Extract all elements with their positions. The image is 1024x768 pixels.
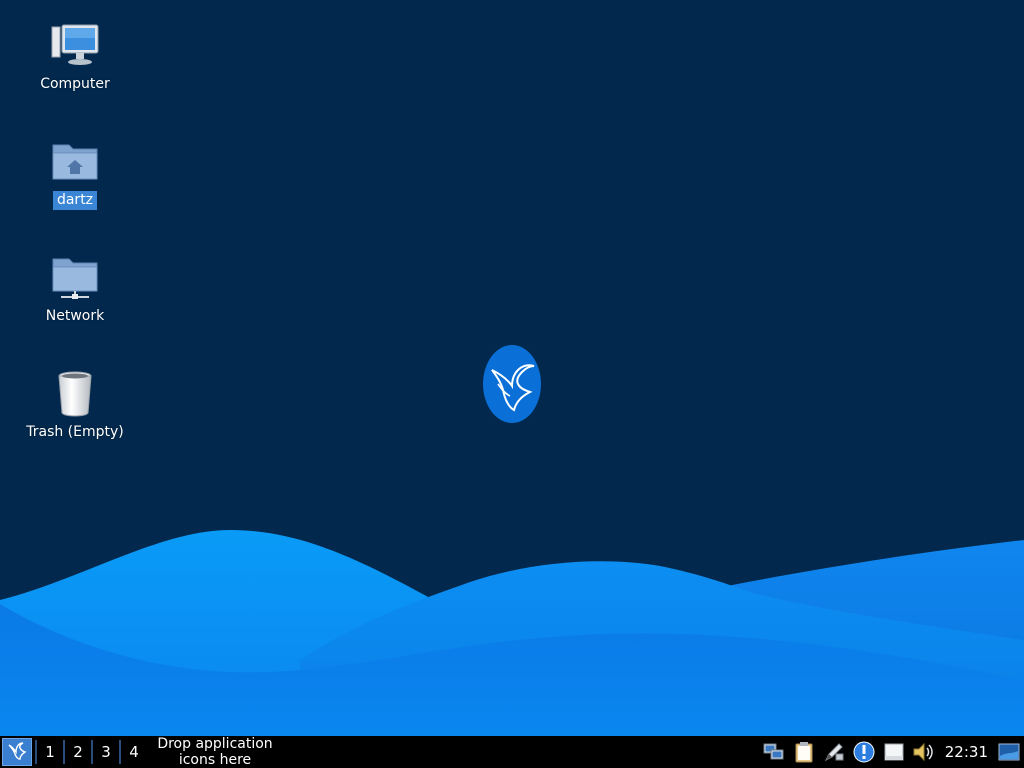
info-icon[interactable]	[851, 740, 877, 764]
taskbar-separator	[35, 740, 37, 764]
network-folder-icon	[49, 252, 101, 304]
hummingbird-logo-icon	[482, 344, 542, 424]
clipboard-icon[interactable]	[791, 740, 817, 764]
desktop-icon-label: Network	[45, 308, 105, 324]
desktop-icon-home[interactable]: dartz	[20, 136, 130, 210]
clock[interactable]: 22:31	[945, 743, 988, 761]
trash-icon	[49, 368, 101, 420]
start-menu-button[interactable]	[2, 738, 32, 766]
taskbar: 1 2 3 4 Drop application icons here 22:3…	[0, 736, 1024, 768]
desktop-icon-trash[interactable]: Trash (Empty)	[20, 368, 130, 442]
system-tray: 22:31	[759, 736, 1024, 768]
workspace-3-button[interactable]: 3	[96, 743, 116, 761]
pen-icon[interactable]	[821, 740, 847, 764]
launcher-drop-hint[interactable]: Drop application icons here	[150, 736, 280, 768]
taskbar-separator	[91, 740, 93, 764]
volume-icon[interactable]	[911, 740, 937, 764]
desktop-icon-computer[interactable]: Computer	[20, 20, 130, 94]
removable-drive-icon[interactable]	[881, 740, 907, 764]
desktop-icon-label: Trash (Empty)	[26, 424, 124, 440]
taskbar-separator	[63, 740, 65, 764]
computer-icon	[49, 20, 101, 72]
workspace-4-button[interactable]: 4	[124, 743, 144, 761]
desktop-icon-label: Computer	[40, 76, 110, 92]
desktop-icon-label: dartz	[52, 191, 98, 210]
show-desktop-icon[interactable]	[996, 740, 1022, 764]
workspace-2-button[interactable]: 2	[68, 743, 88, 761]
workspace-1-button[interactable]: 1	[40, 743, 60, 761]
hummingbird-menu-icon	[6, 739, 28, 765]
taskbar-separator	[119, 740, 121, 764]
desktop[interactable]: Computer dartz Network Trash (Empty)	[0, 0, 1024, 736]
home-folder-icon	[49, 136, 101, 188]
network-icon[interactable]	[761, 740, 787, 764]
desktop-icon-network[interactable]: Network	[20, 252, 130, 326]
